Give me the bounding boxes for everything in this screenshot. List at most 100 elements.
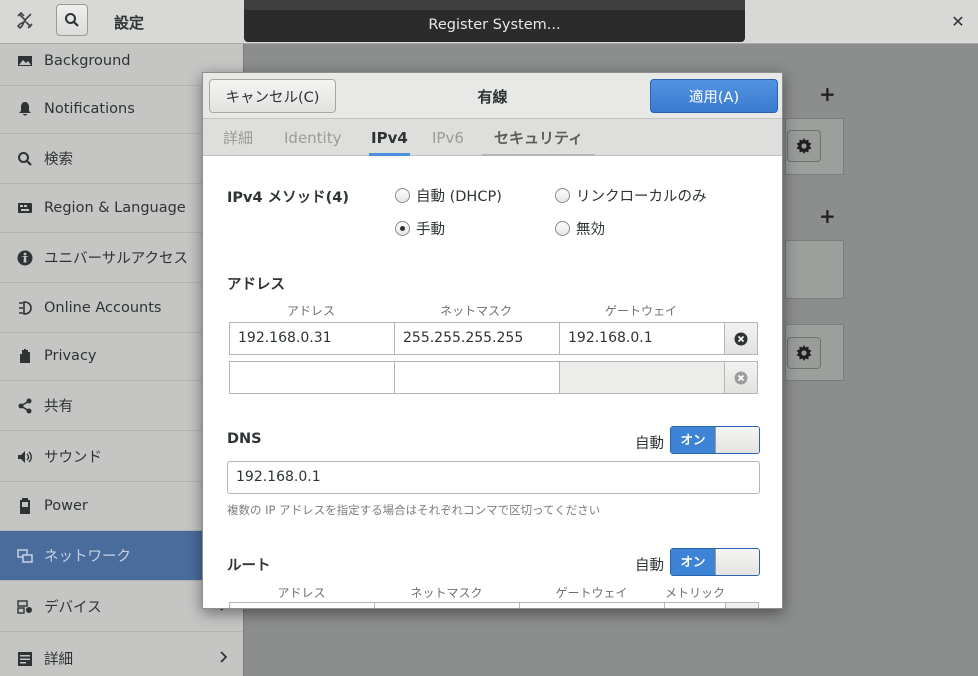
radio-manual[interactable]: 手動 [395, 218, 445, 239]
switch-on-label: オン [671, 427, 715, 453]
dns-auto-label: 自動 [635, 436, 664, 452]
gear-icon [796, 138, 812, 154]
dialog-tabs: 詳細 Identity IPv4 IPv6 セキュリティ [203, 119, 782, 156]
sidebar-item-label: 詳細 [44, 652, 73, 668]
register-system-banner[interactable]: Register System... [244, 0, 745, 42]
radio-label: 手動 [416, 222, 445, 238]
radio-indicator [395, 221, 410, 236]
notifications-icon [16, 100, 34, 118]
sidebar-item-label: Background [44, 52, 131, 69]
ipv4-settings: IPv4 メソッド(4) 自動 (DHCP) リンクローカルのみ 手動 無効 ア… [203, 156, 782, 608]
remove-icon [734, 332, 748, 345]
remove-address-button[interactable] [724, 322, 758, 355]
chevron-right-icon [220, 650, 228, 667]
privacy-icon [16, 347, 34, 365]
proxy-settings-button[interactable] [787, 337, 821, 369]
sidebar-item-label: Region & Language [44, 199, 186, 216]
radio-link-local[interactable]: リンクローカルのみ [555, 185, 707, 206]
radio-dhcp[interactable]: 自動 (DHCP) [395, 185, 502, 206]
sidebar-item-label: ネットワーク [44, 549, 131, 565]
search-icon [16, 150, 34, 168]
gateway-input[interactable]: 192.168.0.1 [559, 322, 725, 355]
switch-knob [715, 549, 759, 575]
sidebar-item-details[interactable]: 詳細 [0, 634, 243, 676]
column-header-address: アドレス [286, 304, 335, 318]
radio-disabled[interactable]: 無効 [555, 218, 605, 239]
column-header-route-metric: メトリック [664, 586, 725, 600]
tab-details[interactable]: 詳細 [223, 119, 253, 156]
route-metric-input[interactable] [664, 602, 726, 608]
tools-icon[interactable] [8, 6, 42, 36]
address-input[interactable]: 192.168.0.31 [229, 322, 395, 355]
wired-connection-dialog: キャンセル(C) 有線 適用(A) 詳細 Identity IPv4 IPv6 … [202, 72, 783, 609]
apply-button[interactable]: 適用(A) [650, 79, 778, 113]
window-title: 設定 [114, 14, 145, 32]
address-section-label: アドレス [227, 277, 285, 293]
dns-auto-switch[interactable]: オン [670, 426, 760, 454]
radio-indicator [555, 188, 570, 203]
network-icon [16, 547, 34, 565]
details-icon [16, 650, 34, 668]
share-icon [16, 397, 34, 415]
banner-text: Register System... [428, 17, 561, 33]
netmask-input[interactable] [394, 361, 560, 394]
wired-settings-button[interactable] [787, 130, 821, 162]
gear-icon [796, 345, 812, 361]
sidebar-item-label: Notifications [44, 100, 135, 117]
column-header-route-netmask: ネットマスク [410, 586, 483, 600]
radio-indicator [395, 188, 410, 203]
dns-label: DNS [227, 431, 262, 447]
accessibility-icon [16, 249, 34, 267]
gateway-input[interactable] [559, 361, 725, 394]
route-netmask-input[interactable] [374, 602, 520, 608]
cancel-button[interactable]: キャンセル(C) [209, 79, 336, 113]
column-header-route-gateway: ゲートウェイ [555, 586, 628, 600]
sidebar-item-label: ユニバーサルアクセス [44, 251, 188, 267]
address-input[interactable] [229, 361, 395, 394]
dns-input[interactable]: 192.168.0.1 [227, 461, 760, 494]
netmask-input[interactable]: 255.255.255.255 [394, 322, 560, 355]
sidebar-item-label: Online Accounts [44, 299, 162, 316]
route-auto-switch[interactable]: オン [670, 548, 760, 576]
radio-label: 無効 [576, 222, 605, 238]
remove-icon [734, 371, 748, 384]
route-gateway-input[interactable] [519, 602, 665, 608]
sidebar-item-label: Power [44, 497, 88, 514]
route-auto-label: 自動 [635, 558, 664, 574]
tab-identity[interactable]: Identity [284, 119, 342, 156]
tab-ipv6[interactable]: IPv6 [432, 119, 464, 156]
region-icon [16, 199, 34, 217]
ipv4-method-label: IPv4 メソッド(4) [227, 190, 349, 206]
vpn-card [785, 240, 844, 299]
sidebar-item-label: デバイス [44, 600, 102, 616]
switch-knob [715, 427, 759, 453]
column-header-route-address: アドレス [277, 586, 326, 600]
tab-ipv4[interactable]: IPv4 [369, 119, 410, 156]
sidebar-item-label: 共有 [44, 399, 73, 415]
switch-on-label: オン [671, 549, 715, 575]
add-vpn-icon[interactable]: + [819, 204, 836, 228]
search-icon [65, 13, 79, 27]
remove-address-button[interactable] [724, 361, 758, 394]
tab-security[interactable]: セキュリティ [481, 119, 596, 156]
power-icon [16, 497, 34, 515]
radio-label: リンクローカルのみ [576, 189, 707, 205]
route-address-input[interactable] [229, 602, 375, 608]
column-header-gateway: ゲートウェイ [604, 304, 677, 318]
background-icon [16, 52, 34, 70]
dns-hint: 複数の IP アドレスを指定する場合はそれぞれコンマで区切ってください [227, 503, 601, 517]
sound-icon [16, 448, 34, 466]
online-accounts-icon [16, 299, 34, 317]
add-connection-icon[interactable]: + [819, 82, 836, 106]
sidebar-item-label: 検索 [44, 152, 73, 168]
column-header-netmask: ネットマスク [439, 304, 512, 318]
search-button[interactable] [56, 4, 88, 36]
dialog-header: キャンセル(C) 有線 適用(A) [203, 73, 782, 119]
sidebar-item-label: サウンド [44, 450, 102, 466]
remove-route-button[interactable] [725, 602, 759, 608]
route-label: ルート [227, 558, 271, 574]
sidebar-item-label: Privacy [44, 347, 97, 364]
radio-label: 自動 (DHCP) [416, 189, 502, 205]
devices-icon [16, 598, 34, 616]
close-icon[interactable]: ✕ [944, 10, 972, 34]
